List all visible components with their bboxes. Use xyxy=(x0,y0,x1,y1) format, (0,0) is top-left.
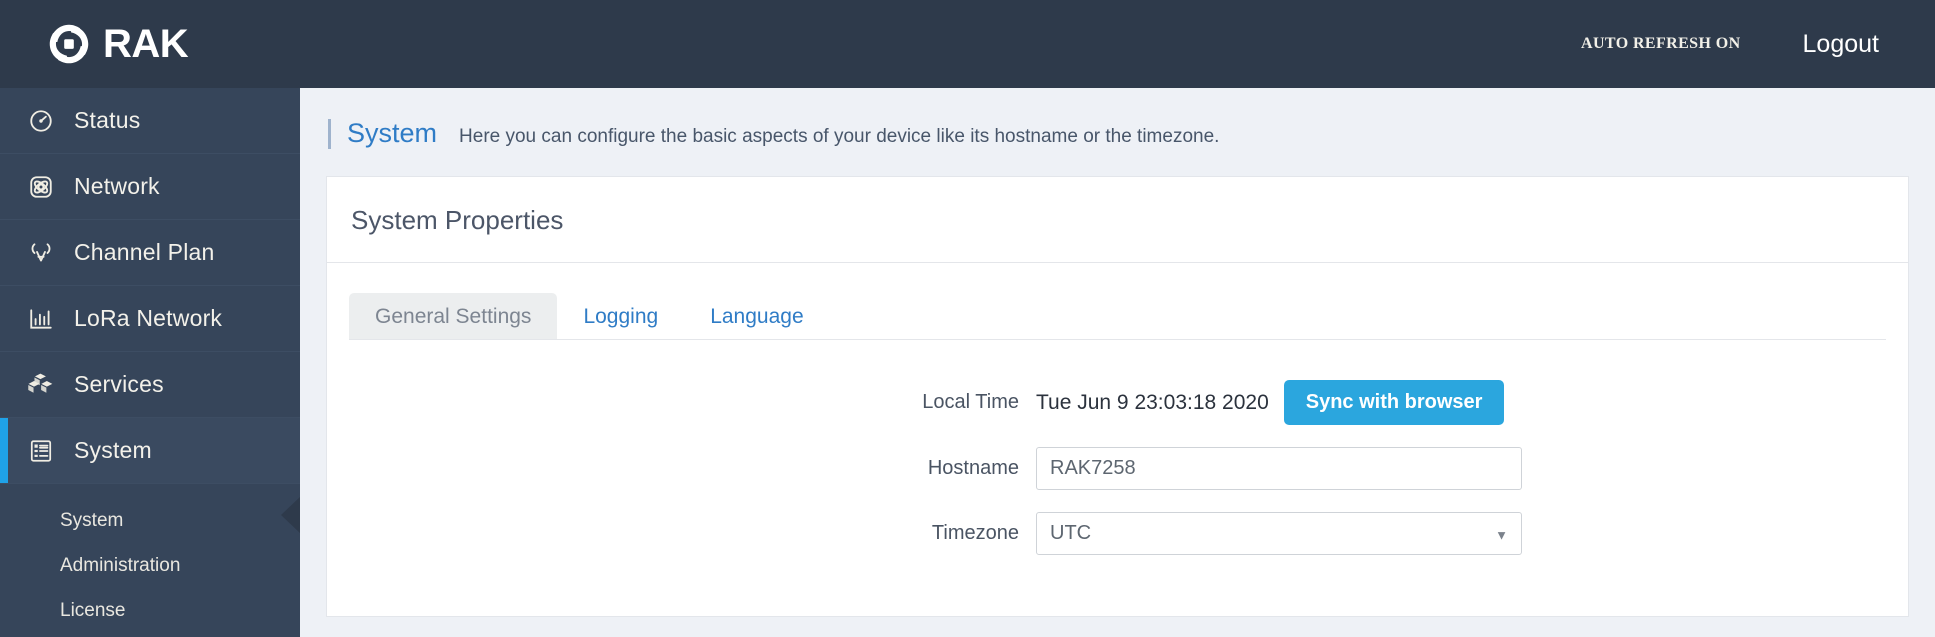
sidebar-item-channel-plan[interactable]: Channel Plan xyxy=(0,220,300,286)
top-bar: RAK AUTO REFRESH ON Logout xyxy=(0,0,1935,88)
sidebar-item-status[interactable]: Status xyxy=(0,88,300,154)
sidebar-item-services[interactable]: Services xyxy=(0,352,300,418)
sidebar-item-label: System xyxy=(74,437,152,463)
tab-general-settings[interactable]: General Settings xyxy=(349,293,558,339)
auto-refresh-toggle[interactable]: AUTO REFRESH ON xyxy=(1581,35,1741,53)
main-content: System Here you can configure the basic … xyxy=(300,88,1935,637)
atom-network-icon xyxy=(26,172,56,202)
speedometer-icon xyxy=(26,106,56,136)
page-title: System xyxy=(347,118,438,148)
sidebar-item-label: Services xyxy=(74,371,164,397)
tab-bar: General Settings Logging Language xyxy=(349,263,1886,340)
tab-logging[interactable]: Logging xyxy=(557,293,684,339)
local-time-label: Local Time xyxy=(922,391,1019,413)
hostname-input[interactable] xyxy=(1036,447,1522,490)
local-time-row: Local Time Tue Jun 9 23:03:18 2020 Sync … xyxy=(327,380,1908,425)
sidebar-item-network[interactable]: Network xyxy=(0,154,300,220)
general-settings-form: Local Time Tue Jun 9 23:03:18 2020 Sync … xyxy=(327,340,1908,555)
hostname-label: Hostname xyxy=(927,457,1019,479)
rak-spiral-logo-icon xyxy=(49,24,89,64)
submenu-item-administration[interactable]: Administration xyxy=(0,543,300,588)
boxes-icon xyxy=(26,370,56,400)
page-header: System Here you can configure the basic … xyxy=(300,88,1935,149)
page-description: Here you can configure the basic aspects… xyxy=(459,126,1220,147)
hostname-row: Hostname xyxy=(327,447,1908,490)
tab-language[interactable]: Language xyxy=(684,293,829,339)
bar-chart-icon xyxy=(26,304,56,334)
sidebar: Status Network Channel Plan LoRa Network… xyxy=(0,88,301,637)
antenna-icon xyxy=(26,238,56,268)
sidebar-item-lora-network[interactable]: LoRa Network xyxy=(0,286,300,352)
timezone-select-wrapper: ▼ xyxy=(1036,512,1522,555)
timezone-row: Timezone ▼ xyxy=(327,512,1908,555)
submenu-item-license[interactable]: License xyxy=(0,588,300,633)
sidebar-item-system[interactable]: System xyxy=(0,418,300,484)
app-root: RAK AUTO REFRESH ON Logout Status Networ… xyxy=(0,0,1935,637)
submenu-item-system[interactable]: System xyxy=(0,498,300,543)
timezone-label: Timezone xyxy=(931,522,1019,544)
timezone-select[interactable] xyxy=(1036,512,1522,555)
title-accent-bar xyxy=(328,118,331,149)
sidebar-item-label: Network xyxy=(74,173,160,199)
list-document-icon xyxy=(26,436,56,466)
sidebar-item-label: Status xyxy=(74,107,141,133)
card-title: System Properties xyxy=(327,177,1908,263)
local-time-value: Tue Jun 9 23:03:18 2020 xyxy=(1036,390,1269,414)
sidebar-item-label: LoRa Network xyxy=(74,305,223,331)
system-properties-card: System Properties General Settings Loggi… xyxy=(326,176,1909,617)
logout-button[interactable]: Logout xyxy=(1803,30,1879,59)
brand-text: RAK xyxy=(103,22,189,66)
sync-with-browser-button[interactable]: Sync with browser xyxy=(1283,380,1505,425)
brand[interactable]: RAK xyxy=(47,22,189,66)
sidebar-submenu: System Administration License xyxy=(0,484,301,633)
top-bar-actions: AUTO REFRESH ON Logout xyxy=(1581,30,1879,59)
sidebar-item-label: Channel Plan xyxy=(74,239,215,265)
